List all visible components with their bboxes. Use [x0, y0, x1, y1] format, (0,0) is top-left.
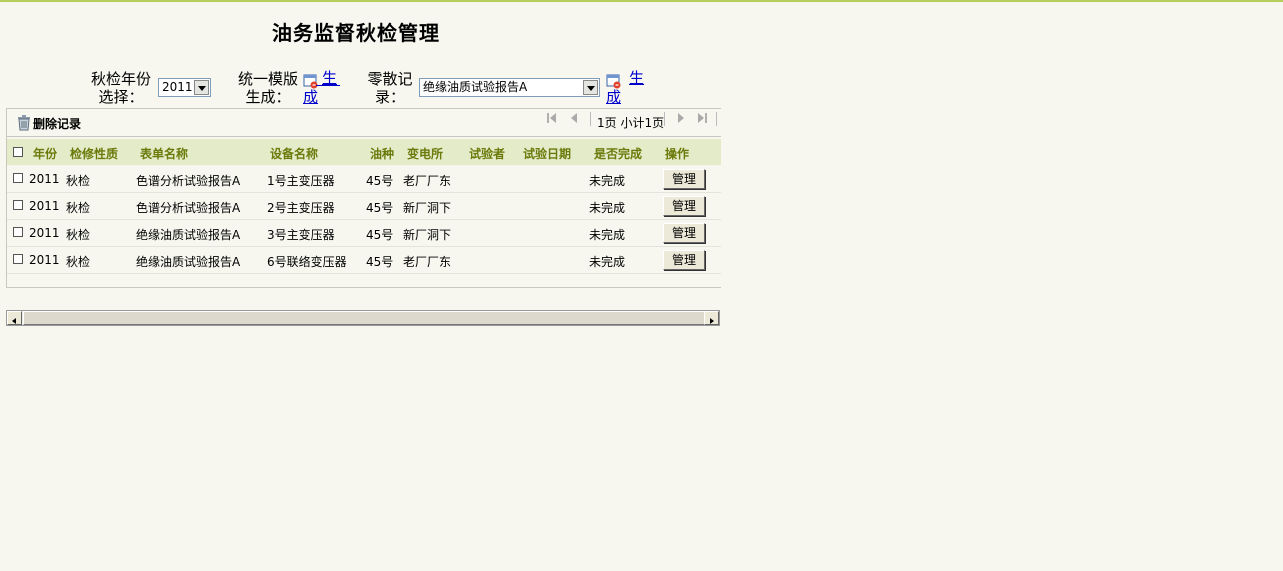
cell-station: 新厂洞下 — [403, 228, 452, 242]
manage-button[interactable]: 管理 — [663, 250, 705, 270]
pager-separator — [590, 112, 591, 126]
cell-station: 老厂厂东 — [403, 174, 452, 188]
scrollbar-thumb[interactable] — [23, 311, 705, 325]
cell-type: 秋检 — [66, 255, 91, 269]
scattered-generate-link-1[interactable]: 生 — [629, 69, 644, 87]
chevron-down-icon[interactable] — [583, 80, 598, 95]
top-accent-line — [0, 0, 1283, 2]
pager-separator — [664, 112, 665, 126]
year-label-line2: 选择： — [98, 88, 144, 106]
cell-year: 2011 — [29, 172, 60, 186]
cell-oil: 45号 — [366, 201, 394, 215]
cell-oil: 45号 — [366, 255, 394, 269]
cell-type: 秋检 — [66, 174, 91, 188]
pager-info: 1页 小计1页 — [597, 116, 665, 130]
cell-done: 未完成 — [589, 255, 626, 269]
arrow-left-icon — [12, 318, 16, 324]
cell-device: 3号主变压器 — [267, 228, 335, 242]
records-grid: 删除记录 1页 小计1页 年份 检修性质 表单名称 设备名称 油种 变电所 试验… — [6, 108, 721, 288]
scroll-right-button[interactable] — [704, 311, 719, 325]
table-row: 2011 秋检 色谱分析试验报告A 2号主变压器 45号 新厂洞下 未完成 管理 — [7, 193, 721, 220]
cell-station: 老厂厂东 — [403, 255, 452, 269]
first-page-icon[interactable] — [546, 112, 558, 124]
row-checkbox[interactable] — [13, 254, 23, 264]
cell-year: 2011 — [29, 199, 60, 213]
header-form[interactable]: 表单名称 — [140, 145, 188, 162]
year-label: 秋检年份 选择： — [86, 70, 156, 106]
cell-form: 色谱分析试验报告A — [136, 201, 241, 215]
table-row: 2011 秋检 绝缘油质试验报告A 6号联络变压器 45号 老厂厂东 未完成 管… — [7, 247, 721, 274]
scattered-generate-link-2[interactable]: 成 — [606, 88, 621, 106]
cell-done: 未完成 — [589, 174, 626, 188]
header-date[interactable]: 试验日期 — [523, 145, 571, 162]
calendar-generate-icon[interactable] — [606, 73, 622, 89]
header-device[interactable]: 设备名称 — [270, 145, 318, 162]
last-page-icon[interactable] — [696, 112, 708, 124]
template-label-line2: 生成： — [245, 88, 291, 106]
cell-device: 1号主变压器 — [267, 174, 335, 188]
cell-done: 未完成 — [589, 228, 626, 242]
scattered-select-value: 绝缘油质试验报告A — [423, 80, 528, 94]
cell-oil: 45号 — [366, 228, 394, 242]
cell-type: 秋检 — [66, 228, 91, 242]
cell-device: 6号联络变压器 — [267, 255, 347, 269]
scattered-select[interactable]: 绝缘油质试验报告A — [419, 78, 600, 97]
table-row: 2011 秋检 绝缘油质试验报告A 3号主变压器 45号 新厂洞下 未完成 管理 — [7, 220, 721, 247]
select-all-checkbox[interactable] — [13, 147, 23, 157]
row-checkbox[interactable] — [13, 227, 23, 237]
grid-toolbar: 删除记录 1页 小计1页 — [7, 109, 721, 137]
manage-button[interactable]: 管理 — [663, 223, 705, 243]
header-station[interactable]: 变电所 — [407, 145, 443, 162]
cell-year: 2011 — [29, 253, 60, 267]
pager-separator — [716, 112, 717, 126]
cell-form: 绝缘油质试验报告A — [136, 228, 241, 242]
template-generate-link-2[interactable]: 成 — [303, 88, 318, 106]
row-checkbox[interactable] — [13, 173, 23, 183]
row-checkbox[interactable] — [13, 200, 23, 210]
cell-form: 绝缘油质试验报告A — [136, 255, 241, 269]
page-title: 油务监督秋检管理 — [272, 21, 440, 45]
calendar-generate-icon[interactable] — [303, 73, 319, 89]
scattered-label-line1: 零散记 — [367, 70, 413, 88]
cell-year: 2011 — [29, 226, 60, 240]
header-action: 操作 — [665, 147, 690, 161]
prev-page-icon[interactable] — [568, 112, 580, 124]
delete-records-label: 删除记录 — [33, 117, 82, 131]
scattered-label-line2: 录： — [374, 88, 405, 106]
chevron-down-icon[interactable] — [194, 80, 209, 95]
year-select-value: 2011 — [162, 80, 193, 94]
cell-oil: 45号 — [366, 174, 394, 188]
table-header: 年份 检修性质 表单名称 设备名称 油种 变电所 试验者 试验日期 是否完成 操… — [7, 139, 721, 165]
header-done[interactable]: 是否完成 — [594, 145, 642, 162]
header-type[interactable]: 检修性质 — [70, 145, 118, 162]
cell-station: 新厂洞下 — [403, 201, 452, 215]
header-oil[interactable]: 油种 — [370, 145, 394, 162]
header-year[interactable]: 年份 — [33, 145, 57, 162]
template-label-line1: 统一模版 — [237, 70, 298, 88]
table-row: 2011 秋检 色谱分析试验报告A 1号主变压器 45号 老厂厂东 未完成 管理 — [7, 166, 721, 193]
header-tester[interactable]: 试验者 — [469, 145, 505, 162]
trash-icon — [18, 115, 30, 131]
manage-button[interactable]: 管理 — [663, 169, 705, 189]
cell-done: 未完成 — [589, 201, 626, 215]
cell-type: 秋检 — [66, 201, 91, 215]
template-label: 统一模版 生成： — [234, 70, 302, 106]
template-link-underline — [316, 85, 340, 86]
scattered-label: 零散记 录： — [364, 70, 416, 106]
arrow-right-icon — [710, 318, 714, 324]
year-label-line1: 秋检年份 — [90, 70, 151, 88]
delete-records-button[interactable]: 删除记录 — [17, 115, 81, 132]
horizontal-scrollbar[interactable] — [6, 310, 720, 326]
scroll-left-button[interactable] — [7, 311, 22, 325]
year-select[interactable]: 2011 — [158, 78, 211, 97]
next-page-icon[interactable] — [675, 112, 687, 124]
cell-device: 2号主变压器 — [267, 201, 335, 215]
cell-form: 色谱分析试验报告A — [136, 174, 241, 188]
manage-button[interactable]: 管理 — [663, 196, 705, 216]
